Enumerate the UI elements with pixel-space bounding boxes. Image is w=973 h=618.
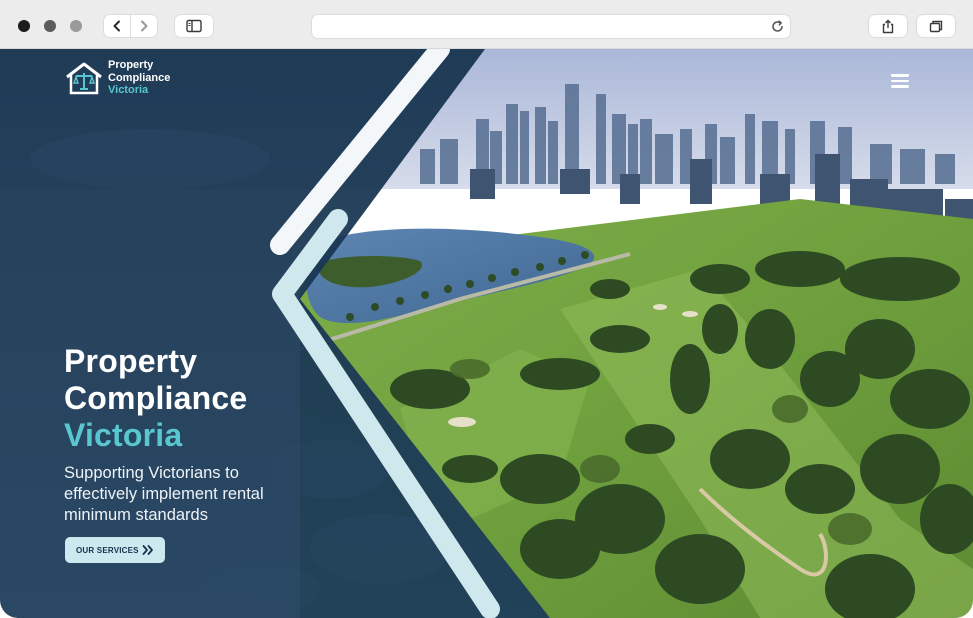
browser-toolbar [0, 0, 973, 49]
sidebar-icon [186, 19, 202, 33]
address-bar[interactable] [312, 15, 790, 38]
forward-button[interactable] [131, 15, 157, 37]
site-logo[interactable]: Property Compliance Victoria [64, 59, 170, 97]
hero-background-image [0, 49, 973, 618]
logo-line-3: Victoria [108, 84, 149, 96]
window-minimize-button[interactable] [44, 20, 56, 32]
double-chevron-right-icon [142, 545, 153, 555]
hero-subtitle: Supporting Victorians to effectively imp… [64, 464, 264, 524]
logo-text: Property Compliance Victoria [108, 59, 170, 97]
hero-title-line-2: Compliance [64, 380, 248, 416]
reload-icon[interactable] [770, 19, 785, 34]
house-scales-logo-icon [66, 62, 102, 94]
logo-line-2: Compliance [108, 71, 171, 84]
tab-overview-button[interactable] [917, 15, 955, 37]
window-zoom-button[interactable] [70, 20, 82, 32]
our-services-label: OUR SERVICES [76, 545, 139, 555]
web-page: Property Compliance Victoria Property Co… [0, 49, 973, 618]
our-services-button[interactable]: OUR SERVICES [65, 537, 165, 563]
share-button[interactable] [869, 15, 907, 37]
back-button[interactable] [104, 15, 130, 37]
logo-line-1: Property [108, 59, 154, 71]
share-icon [882, 19, 894, 34]
hero-title: Property Compliance Victoria [64, 343, 247, 454]
hero-title-line-1: Property [64, 343, 198, 379]
hamburger-menu-icon[interactable] [891, 73, 911, 89]
hero-title-accent: Victoria [64, 417, 183, 453]
chevron-right-icon [141, 20, 148, 32]
chevron-left-icon [113, 20, 120, 32]
sidebar-toggle-button[interactable] [175, 15, 213, 37]
window-close-button[interactable] [18, 20, 30, 32]
tabs-icon [929, 20, 943, 33]
